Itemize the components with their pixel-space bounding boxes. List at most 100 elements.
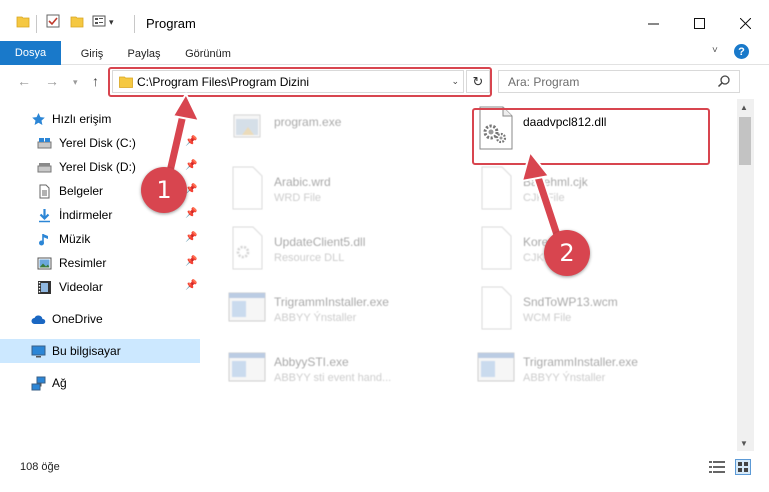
- file-tile[interactable]: Arabic.wrd WRD File: [228, 165, 478, 221]
- maximize-icon: [693, 17, 705, 29]
- properties-check-icon[interactable]: [46, 14, 60, 28]
- file-tile[interactable]: SndToWP13.wcm WCM File: [477, 285, 727, 341]
- file-type: ABBYY sti event hand...: [274, 372, 392, 384]
- file-icon: [232, 166, 263, 210]
- tab-share[interactable]: Paylaş: [122, 42, 166, 65]
- sidebar-item-label: Hızlı erişim: [52, 112, 112, 126]
- sidebar-item-label: Yerel Disk (D:): [59, 160, 136, 174]
- maximize-button[interactable]: [676, 8, 722, 38]
- pin-icon: 📌: [185, 232, 198, 243]
- scroll-up-icon[interactable]: ▲: [740, 103, 748, 112]
- file-type: WCM File: [523, 312, 572, 324]
- forward-arrow-icon[interactable]: →: [45, 73, 59, 89]
- expand-ribbon-chevron-icon[interactable]: ˅: [712, 45, 718, 56]
- file-icon: [481, 226, 512, 270]
- search-input[interactable]: Ara: Program: [498, 70, 740, 93]
- computer-icon: [31, 345, 46, 358]
- vertical-scrollbar[interactable]: ▲ ▼: [737, 99, 754, 451]
- sidebar-item-label: Müzik: [59, 232, 91, 246]
- search-placeholder: Ara: Program: [508, 75, 580, 89]
- sidebar-item-music[interactable]: Müzik 📌: [0, 227, 200, 251]
- star-icon: [32, 113, 45, 125]
- file-type: ABBYY Ýnstaller: [274, 312, 357, 324]
- pictures-icon: [37, 257, 52, 270]
- exe-icon: [233, 114, 261, 138]
- file-name: UpdateClient5.dll: [274, 235, 366, 249]
- scrollbar-thumb[interactable]: [739, 117, 751, 165]
- sidebar-item-drive-c[interactable]: Yerel Disk (C:) 📌: [0, 131, 200, 155]
- file-name: program.exe: [274, 115, 342, 129]
- back-arrow-icon[interactable]: ←: [17, 73, 31, 89]
- customize-toolbar-chevron-icon[interactable]: ▾: [109, 17, 114, 28]
- sidebar-item-label: Yerel Disk (C:): [59, 136, 136, 150]
- file-name: TrigrammInstaller.exe: [274, 295, 389, 309]
- file-icon: [481, 166, 512, 210]
- toolbar-separator: [134, 15, 135, 33]
- pin-icon: 📌: [185, 256, 198, 267]
- dll-gear-icon: [232, 226, 263, 270]
- file-name: AbbyySTI.exe: [274, 355, 349, 369]
- tiles-grid-icon: [738, 462, 748, 472]
- file-tile[interactable]: UpdateClient5.dll Resource DLL: [228, 225, 478, 281]
- sidebar-item-label: Videolar: [59, 280, 103, 294]
- tab-home[interactable]: Giriş: [72, 42, 112, 65]
- sidebar-item-label: Belgeler: [59, 184, 104, 198]
- status-bar: 108 öğe: [0, 451, 769, 492]
- file-tile[interactable]: TrigrammInstaller.exe ABBYY Ýnstaller: [228, 285, 478, 341]
- navigation-pane: Hızlı erişim Yerel Disk (C:) 📌 Yerel Dis…: [0, 99, 200, 451]
- scroll-down-icon[interactable]: ▼: [740, 439, 748, 448]
- pin-icon: 📌: [185, 280, 198, 291]
- new-folder-icon[interactable]: [70, 14, 84, 28]
- file-tile[interactable]: Korean.cjk CJK File: [477, 225, 727, 281]
- drive-icon: [37, 163, 52, 173]
- sidebar-item-videos[interactable]: Videolar 📌: [0, 275, 200, 299]
- drive-icon: [37, 138, 52, 149]
- item-count: 108 öğe: [20, 461, 60, 473]
- file-name: Arabic.wrd: [274, 175, 331, 189]
- file-type: Resource DLL: [274, 252, 345, 264]
- exe-icon: [228, 292, 266, 322]
- search-icon: [717, 75, 730, 88]
- minimize-button[interactable]: [630, 8, 676, 38]
- dll-highlight-box: [472, 108, 710, 165]
- sidebar-item-onedrive[interactable]: OneDrive: [0, 307, 200, 331]
- window-title: Program: [146, 16, 196, 31]
- exe-icon: [477, 352, 515, 382]
- file-tile[interactable]: program.exe: [228, 105, 478, 161]
- file-icon: [481, 286, 512, 330]
- file-tile[interactable]: Basehml.cjk CJK File: [477, 165, 727, 221]
- recent-locations-chevron-icon[interactable]: ▾: [73, 77, 78, 88]
- music-icon: [39, 234, 48, 246]
- file-name: Basehml.cjk: [523, 175, 588, 189]
- sidebar-item-quick-access[interactable]: Hızlı erişim: [0, 107, 200, 131]
- sidebar-item-label: Bu bilgisayar: [52, 344, 121, 358]
- exe-icon: [228, 352, 266, 382]
- file-tile[interactable]: TrigrammInstaller.exe ABBYY Ýnstaller: [477, 345, 727, 401]
- file-type: WRD File: [274, 192, 322, 204]
- step-badge-1: 1: [141, 167, 187, 213]
- documents-icon: [39, 184, 50, 199]
- sidebar-item-label: Resimler: [59, 256, 107, 270]
- close-button[interactable]: [722, 8, 768, 38]
- sidebar-item-network[interactable]: Ağ: [0, 371, 200, 395]
- file-type: CJK File: [523, 192, 565, 204]
- pin-icon: 📌: [185, 160, 198, 171]
- sidebar-item-label: Ağ: [52, 376, 67, 390]
- sidebar-item-pictures[interactable]: Resimler 📌: [0, 251, 200, 275]
- view-list-icon[interactable]: [92, 14, 106, 28]
- title-bar: ▾ Program: [0, 0, 769, 38]
- help-icon[interactable]: ?: [734, 44, 749, 59]
- sidebar-item-this-pc[interactable]: Bu bilgisayar: [0, 339, 200, 363]
- file-type: ABBYY Ýnstaller: [523, 372, 606, 384]
- tab-file[interactable]: Dosya: [0, 41, 61, 65]
- minimize-icon: [647, 23, 659, 24]
- file-tile[interactable]: AbbyySTI.exe ABBYY sti event hand...: [228, 345, 478, 401]
- sidebar-item-label: OneDrive: [52, 312, 103, 326]
- sidebar-item-label: İndirmeler: [59, 208, 113, 222]
- tab-view[interactable]: Görünüm: [180, 42, 236, 65]
- tiles-view-icon[interactable]: [735, 459, 751, 475]
- up-arrow-icon[interactable]: ↑: [92, 73, 99, 89]
- details-view-icon[interactable]: [709, 460, 725, 474]
- step-badge-2: 2: [544, 230, 590, 276]
- file-name: SndToWP13.wcm: [523, 295, 618, 309]
